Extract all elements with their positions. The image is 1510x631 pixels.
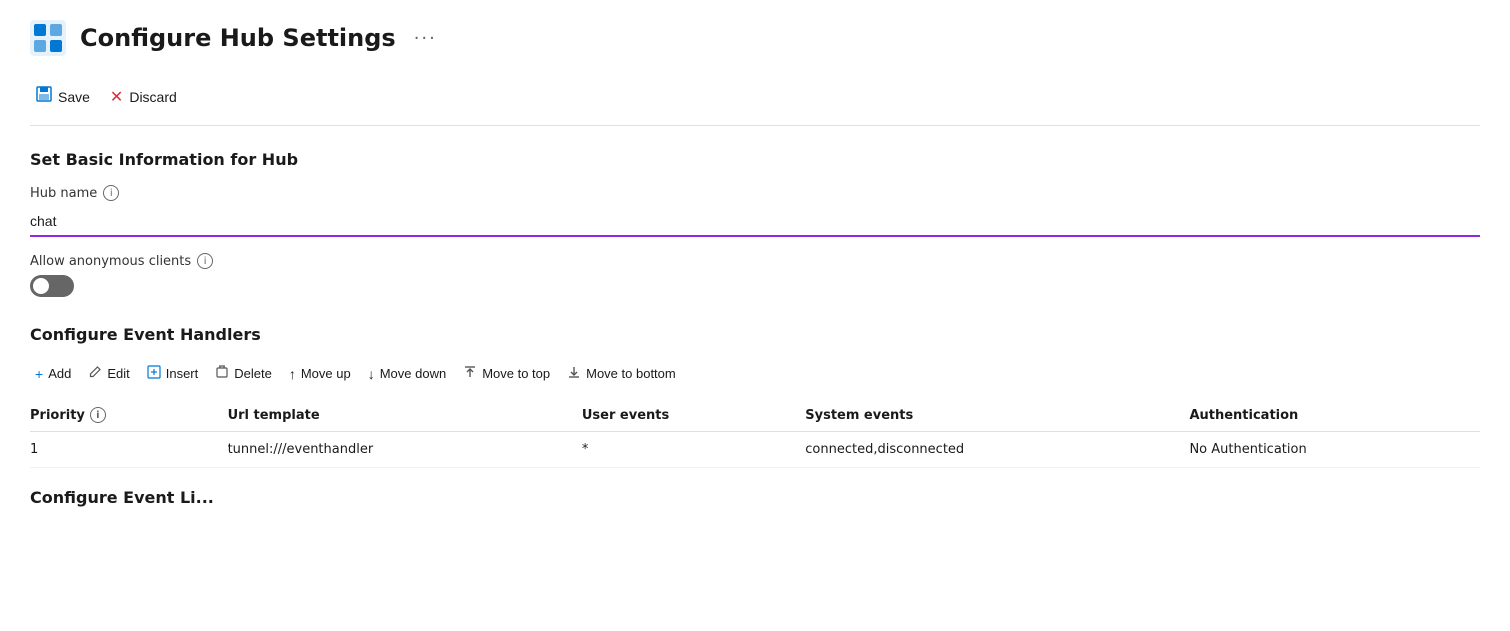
allow-anon-label-row: Allow anonymous clients i (30, 253, 1480, 269)
move-to-bottom-button[interactable]: Move to bottom (562, 360, 688, 387)
event-handlers-title: Configure Event Handlers (30, 325, 1480, 344)
move-to-top-button[interactable]: Move to top (458, 360, 562, 387)
move-up-label: Move up (301, 366, 351, 381)
save-icon (36, 86, 52, 107)
hub-name-info-icon[interactable]: i (103, 185, 119, 201)
move-up-icon: ↑ (289, 366, 296, 382)
event-toolbar: + Add Edit Insert (30, 360, 1480, 387)
edit-label: Edit (107, 366, 129, 381)
save-label: Save (58, 89, 90, 105)
discard-button[interactable]: ✕ Discard (104, 81, 191, 113)
move-up-button[interactable]: ↑ Move up (284, 361, 363, 387)
priority-info-icon[interactable]: i (90, 407, 106, 423)
main-toolbar: Save ✕ Discard (30, 80, 1480, 126)
bottom-section-title: Configure Event Li... (30, 488, 1480, 507)
move-to-bottom-label: Move to bottom (586, 366, 676, 381)
table-header-row: Priority i Url template User events Syst… (30, 399, 1480, 432)
page-title: Configure Hub Settings (80, 24, 396, 52)
delete-icon (215, 365, 229, 382)
allow-anon-toggle[interactable] (30, 275, 74, 297)
allow-anon-toggle-wrapper (30, 275, 1480, 297)
toggle-knob (33, 278, 49, 294)
edit-button[interactable]: Edit (83, 360, 141, 387)
move-to-top-icon (463, 365, 477, 382)
more-options-button[interactable]: ··· (414, 28, 437, 49)
hub-name-label: Hub name (30, 186, 97, 201)
col-user-events: User events (582, 399, 805, 432)
add-label: Add (48, 366, 71, 381)
discard-icon: ✕ (110, 87, 123, 107)
delete-label: Delete (234, 366, 272, 381)
event-handlers-table: Priority i Url template User events Syst… (30, 399, 1480, 468)
table-row: 1 tunnel:///eventhandler * connected,dis… (30, 432, 1480, 468)
move-down-button[interactable]: ↓ Move down (363, 361, 458, 387)
page-header: Configure Hub Settings ··· (30, 20, 1480, 56)
insert-label: Insert (166, 366, 199, 381)
cell-system-events: connected,disconnected (805, 432, 1189, 468)
delete-button[interactable]: Delete (210, 360, 284, 387)
cell-user-events: * (582, 432, 805, 468)
basic-info-section: Set Basic Information for Hub Hub name i… (30, 150, 1480, 297)
cell-priority: 1 (30, 432, 228, 468)
insert-button[interactable]: Insert (142, 360, 211, 387)
insert-icon (147, 365, 161, 382)
add-icon: + (35, 366, 43, 382)
cell-authentication: No Authentication (1189, 432, 1480, 468)
move-to-top-label: Move to top (482, 366, 550, 381)
move-down-label: Move down (380, 366, 446, 381)
col-system-events: System events (805, 399, 1189, 432)
allow-anon-info-icon[interactable]: i (197, 253, 213, 269)
col-url-template: Url template (228, 399, 582, 432)
hub-name-input[interactable] (30, 207, 1480, 237)
col-priority: Priority i (30, 399, 228, 432)
add-button[interactable]: + Add (30, 361, 83, 387)
bottom-section: Configure Event Li... (30, 488, 1480, 507)
event-handlers-section: Configure Event Handlers + Add Edit Ins (30, 325, 1480, 468)
edit-icon (88, 365, 102, 382)
move-to-bottom-icon (567, 365, 581, 382)
cell-url-template: tunnel:///eventhandler (228, 432, 582, 468)
basic-info-title: Set Basic Information for Hub (30, 150, 1480, 169)
allow-anon-label: Allow anonymous clients (30, 254, 191, 269)
app-icon (30, 20, 66, 56)
save-button[interactable]: Save (30, 80, 104, 113)
hub-name-label-row: Hub name i (30, 185, 1480, 201)
discard-label: Discard (129, 89, 176, 105)
move-down-icon: ↓ (368, 366, 375, 382)
col-authentication: Authentication (1189, 399, 1480, 432)
